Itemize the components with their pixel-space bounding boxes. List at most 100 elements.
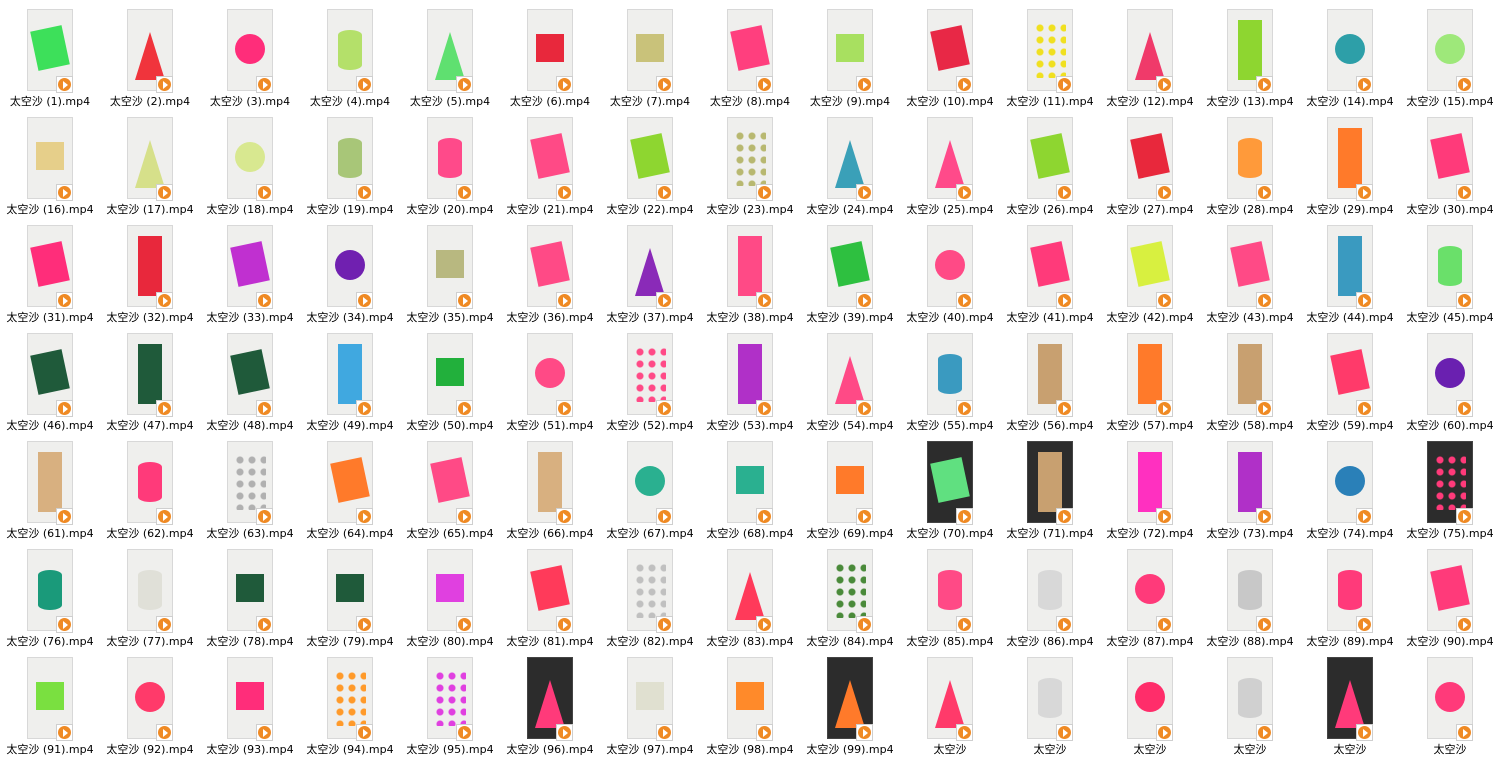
file-item[interactable]: 太空沙 (77).mp4 bbox=[100, 540, 200, 648]
file-item[interactable]: 太空沙 (50).mp4 bbox=[400, 324, 500, 432]
file-item[interactable]: 太空沙 (66).mp4 bbox=[500, 432, 600, 540]
file-item[interactable]: 太空沙 (55).mp4 bbox=[900, 324, 1000, 432]
file-item[interactable]: 太空沙 (58).mp4 bbox=[1200, 324, 1300, 432]
file-item[interactable]: 太空沙 (57).mp4 bbox=[1100, 324, 1200, 432]
file-item[interactable]: 太空沙 (90).mp4 bbox=[1400, 540, 1500, 648]
file-item[interactable]: 太空沙 (2).mp4 bbox=[100, 0, 200, 108]
file-item[interactable]: 太空沙 (85).mp4 bbox=[900, 540, 1000, 648]
file-item[interactable]: 太空沙 (17).mp4 bbox=[100, 108, 200, 216]
file-item[interactable]: 太空沙 (84).mp4 bbox=[800, 540, 900, 648]
file-item[interactable]: 太空沙 (95).mp4 bbox=[400, 648, 500, 756]
file-item[interactable]: 太空沙 (29).mp4 bbox=[1300, 108, 1400, 216]
file-item[interactable]: 太空沙 (14).mp4 bbox=[1300, 0, 1400, 108]
file-item[interactable]: 太空沙 (63).mp4 bbox=[200, 432, 300, 540]
file-item[interactable]: 太空沙 (69).mp4 bbox=[800, 432, 900, 540]
file-item[interactable]: 太空沙 (40).mp4 bbox=[900, 216, 1000, 324]
file-item[interactable]: 太空沙 bbox=[1100, 648, 1200, 756]
file-item[interactable]: 太空沙 (88).mp4 bbox=[1200, 540, 1300, 648]
file-item[interactable]: 太空沙 (30).mp4 bbox=[1400, 108, 1500, 216]
file-item[interactable]: 太空沙 (43).mp4 bbox=[1200, 216, 1300, 324]
file-item[interactable]: 太空沙 (59).mp4 bbox=[1300, 324, 1400, 432]
file-item[interactable]: 太空沙 (76).mp4 bbox=[0, 540, 100, 648]
file-item[interactable]: 太空沙 (48).mp4 bbox=[200, 324, 300, 432]
file-item[interactable]: 太空沙 (10).mp4 bbox=[900, 0, 1000, 108]
file-item[interactable]: 太空沙 (80).mp4 bbox=[400, 540, 500, 648]
file-item[interactable]: 太空沙 (52).mp4 bbox=[600, 324, 700, 432]
file-item[interactable]: 太空沙 (46).mp4 bbox=[0, 324, 100, 432]
file-item[interactable]: 太空沙 (97).mp4 bbox=[600, 648, 700, 756]
file-item[interactable]: 太空沙 (35).mp4 bbox=[400, 216, 500, 324]
file-item[interactable]: 太空沙 (67).mp4 bbox=[600, 432, 700, 540]
file-item[interactable]: 太空沙 (49).mp4 bbox=[300, 324, 400, 432]
file-item[interactable]: 太空沙 (11).mp4 bbox=[1000, 0, 1100, 108]
file-item[interactable]: 太空沙 (21).mp4 bbox=[500, 108, 600, 216]
file-item[interactable]: 太空沙 (83).mp4 bbox=[700, 540, 800, 648]
file-item[interactable]: 太空沙 (16).mp4 bbox=[0, 108, 100, 216]
file-item[interactable]: 太空沙 (7).mp4 bbox=[600, 0, 700, 108]
file-item[interactable]: 太空沙 (36).mp4 bbox=[500, 216, 600, 324]
file-item[interactable]: 太空沙 (79).mp4 bbox=[300, 540, 400, 648]
file-item[interactable]: 太空沙 (62).mp4 bbox=[100, 432, 200, 540]
file-item[interactable]: 太空沙 (44).mp4 bbox=[1300, 216, 1400, 324]
file-item[interactable]: 太空沙 (13).mp4 bbox=[1200, 0, 1300, 108]
file-item[interactable]: 太空沙 bbox=[1300, 648, 1400, 756]
file-item[interactable]: 太空沙 (72).mp4 bbox=[1100, 432, 1200, 540]
file-item[interactable]: 太空沙 (39).mp4 bbox=[800, 216, 900, 324]
file-item[interactable]: 太空沙 (47).mp4 bbox=[100, 324, 200, 432]
file-item[interactable]: 太空沙 (71).mp4 bbox=[1000, 432, 1100, 540]
file-item[interactable]: 太空沙 bbox=[1200, 648, 1300, 756]
file-item[interactable]: 太空沙 (41).mp4 bbox=[1000, 216, 1100, 324]
file-item[interactable]: 太空沙 (73).mp4 bbox=[1200, 432, 1300, 540]
file-item[interactable]: 太空沙 (38).mp4 bbox=[700, 216, 800, 324]
file-item[interactable]: 太空沙 (53).mp4 bbox=[700, 324, 800, 432]
file-item[interactable]: 太空沙 (28).mp4 bbox=[1200, 108, 1300, 216]
file-item[interactable]: 太空沙 (32).mp4 bbox=[100, 216, 200, 324]
file-item[interactable]: 太空沙 (37).mp4 bbox=[600, 216, 700, 324]
file-item[interactable]: 太空沙 (78).mp4 bbox=[200, 540, 300, 648]
file-item[interactable]: 太空沙 (33).mp4 bbox=[200, 216, 300, 324]
file-item[interactable]: 太空沙 (5).mp4 bbox=[400, 0, 500, 108]
file-item[interactable]: 太空沙 (82).mp4 bbox=[600, 540, 700, 648]
file-item[interactable]: 太空沙 (12).mp4 bbox=[1100, 0, 1200, 108]
file-item[interactable]: 太空沙 (54).mp4 bbox=[800, 324, 900, 432]
file-item[interactable]: 太空沙 (4).mp4 bbox=[300, 0, 400, 108]
file-item[interactable]: 太空沙 (74).mp4 bbox=[1300, 432, 1400, 540]
file-item[interactable]: 太空沙 (70).mp4 bbox=[900, 432, 1000, 540]
file-item[interactable]: 太空沙 (51).mp4 bbox=[500, 324, 600, 432]
file-item[interactable]: 太空沙 (93).mp4 bbox=[200, 648, 300, 756]
file-item[interactable]: 太空沙 (27).mp4 bbox=[1100, 108, 1200, 216]
file-item[interactable]: 太空沙 (87).mp4 bbox=[1100, 540, 1200, 648]
file-item[interactable]: 太空沙 (89).mp4 bbox=[1300, 540, 1400, 648]
file-item[interactable]: 太空沙 bbox=[1400, 648, 1500, 756]
file-item[interactable]: 太空沙 (34).mp4 bbox=[300, 216, 400, 324]
file-item[interactable]: 太空沙 (75).mp4 bbox=[1400, 432, 1500, 540]
file-item[interactable]: 太空沙 (86).mp4 bbox=[1000, 540, 1100, 648]
file-item[interactable]: 太空沙 (22).mp4 bbox=[600, 108, 700, 216]
file-item[interactable]: 太空沙 bbox=[900, 648, 1000, 756]
file-item[interactable]: 太空沙 (45).mp4 bbox=[1400, 216, 1500, 324]
file-item[interactable]: 太空沙 (99).mp4 bbox=[800, 648, 900, 756]
file-item[interactable]: 太空沙 (94).mp4 bbox=[300, 648, 400, 756]
file-item[interactable]: 太空沙 (25).mp4 bbox=[900, 108, 1000, 216]
file-item[interactable]: 太空沙 (31).mp4 bbox=[0, 216, 100, 324]
file-item[interactable]: 太空沙 (1).mp4 bbox=[0, 0, 100, 108]
file-item[interactable]: 太空沙 (19).mp4 bbox=[300, 108, 400, 216]
file-item[interactable]: 太空沙 (91).mp4 bbox=[0, 648, 100, 756]
file-item[interactable]: 太空沙 (42).mp4 bbox=[1100, 216, 1200, 324]
file-item[interactable]: 太空沙 (8).mp4 bbox=[700, 0, 800, 108]
file-item[interactable]: 太空沙 (9).mp4 bbox=[800, 0, 900, 108]
file-item[interactable]: 太空沙 (26).mp4 bbox=[1000, 108, 1100, 216]
file-item[interactable]: 太空沙 (15).mp4 bbox=[1400, 0, 1500, 108]
file-item[interactable]: 太空沙 (3).mp4 bbox=[200, 0, 300, 108]
file-item[interactable]: 太空沙 (68).mp4 bbox=[700, 432, 800, 540]
file-item[interactable]: 太空沙 (65).mp4 bbox=[400, 432, 500, 540]
file-item[interactable]: 太空沙 (23).mp4 bbox=[700, 108, 800, 216]
file-item[interactable]: 太空沙 bbox=[1000, 648, 1100, 756]
file-item[interactable]: 太空沙 (18).mp4 bbox=[200, 108, 300, 216]
file-item[interactable]: 太空沙 (98).mp4 bbox=[700, 648, 800, 756]
file-item[interactable]: 太空沙 (60).mp4 bbox=[1400, 324, 1500, 432]
file-item[interactable]: 太空沙 (6).mp4 bbox=[500, 0, 600, 108]
file-item[interactable]: 太空沙 (64).mp4 bbox=[300, 432, 400, 540]
file-item[interactable]: 太空沙 (20).mp4 bbox=[400, 108, 500, 216]
file-item[interactable]: 太空沙 (24).mp4 bbox=[800, 108, 900, 216]
